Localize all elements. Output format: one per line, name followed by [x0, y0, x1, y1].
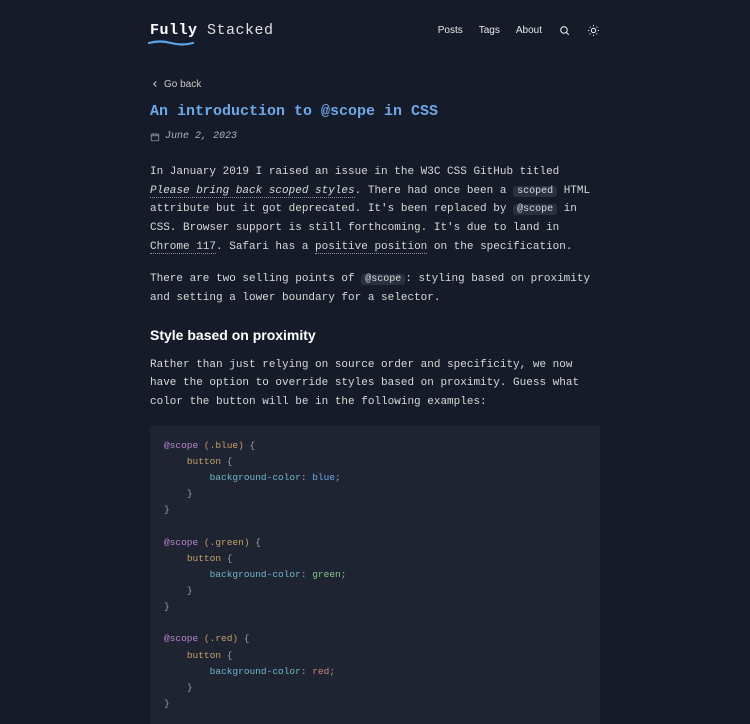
code-token: :: [301, 472, 307, 483]
code-token: button: [187, 650, 221, 661]
code-token: {: [244, 633, 250, 644]
code-token: @scope: [164, 537, 198, 548]
code-token: {: [255, 537, 261, 548]
code-token: ;: [335, 472, 341, 483]
code-scoped: scoped: [513, 186, 557, 197]
code-block-1: @scope (.blue) { button { background-col…: [150, 426, 600, 724]
code-token: {: [227, 553, 233, 564]
text: on the specification.: [427, 241, 572, 253]
search-icon[interactable]: [558, 24, 571, 37]
code-token: }: [187, 682, 193, 693]
code-token: background-color: [210, 666, 301, 677]
post-date-text: June 2, 2023: [165, 128, 237, 145]
code-token: background-color: [210, 569, 301, 580]
code-token: button: [187, 456, 221, 467]
code-token: }: [187, 488, 193, 499]
code-token: background-color: [210, 472, 301, 483]
text: . Safari has a: [216, 241, 315, 253]
code-token: (.green): [204, 537, 250, 548]
link-chrome-117[interactable]: Chrome 117: [150, 241, 216, 254]
nav-about[interactable]: About: [516, 22, 542, 39]
code-token: }: [164, 504, 170, 515]
text: . There had once been a: [355, 185, 513, 197]
code-token: blue: [312, 472, 335, 483]
go-back-link[interactable]: Go back: [150, 76, 201, 93]
code-token: ;: [329, 666, 335, 677]
calendar-icon: [150, 132, 160, 142]
nav-tags[interactable]: Tags: [479, 22, 500, 39]
code-token: }: [164, 698, 170, 709]
brand-underline-icon: [148, 40, 194, 46]
code-token: green: [312, 569, 341, 580]
code-token: button: [187, 553, 221, 564]
code-at-scope-2: @scope: [361, 274, 405, 285]
code-at-scope: @scope: [513, 204, 557, 215]
code-token: (.blue): [204, 440, 244, 451]
brand-second: Stacked: [207, 22, 274, 39]
sun-icon[interactable]: [587, 24, 600, 37]
code-token: {: [227, 650, 233, 661]
code-token: }: [164, 601, 170, 612]
code-token: }: [187, 585, 193, 596]
section-heading-proximity: Style based on proximity: [150, 324, 600, 348]
code-token: {: [227, 456, 233, 467]
link-scoped-styles-issue[interactable]: Please bring back scoped styles: [150, 185, 355, 198]
code-token: :: [301, 569, 307, 580]
go-back-label: Go back: [164, 76, 201, 93]
code-token: {: [250, 440, 256, 451]
paragraph-2: There are two selling points of @scope: …: [150, 270, 600, 307]
link-safari-position[interactable]: positive position: [315, 241, 427, 254]
code-token: :: [301, 666, 307, 677]
paragraph-3: Rather than just relying on source order…: [150, 356, 600, 412]
page-title: An introduction to @scope in CSS: [150, 99, 600, 125]
text: In January 2019 I raised an issue in the…: [150, 166, 559, 178]
brand-logo[interactable]: Fully Stacked: [150, 18, 274, 44]
code-token: @scope: [164, 633, 198, 644]
article-body: In January 2019 I raised an issue in the…: [150, 163, 600, 724]
text: There are two selling points of: [150, 273, 361, 285]
primary-nav: Posts Tags About: [438, 22, 600, 39]
code-token: ;: [341, 569, 347, 580]
code-token: @scope: [164, 440, 198, 451]
paragraph-1: In January 2019 I raised an issue in the…: [150, 163, 600, 256]
code-token: red: [312, 666, 329, 677]
site-header: Fully Stacked Posts Tags About: [150, 18, 600, 44]
chevron-left-icon: [150, 79, 160, 89]
post-date: June 2, 2023: [150, 128, 600, 145]
code-token: (.red): [204, 633, 238, 644]
brand-first: Fully: [150, 22, 198, 39]
nav-posts[interactable]: Posts: [438, 22, 463, 39]
